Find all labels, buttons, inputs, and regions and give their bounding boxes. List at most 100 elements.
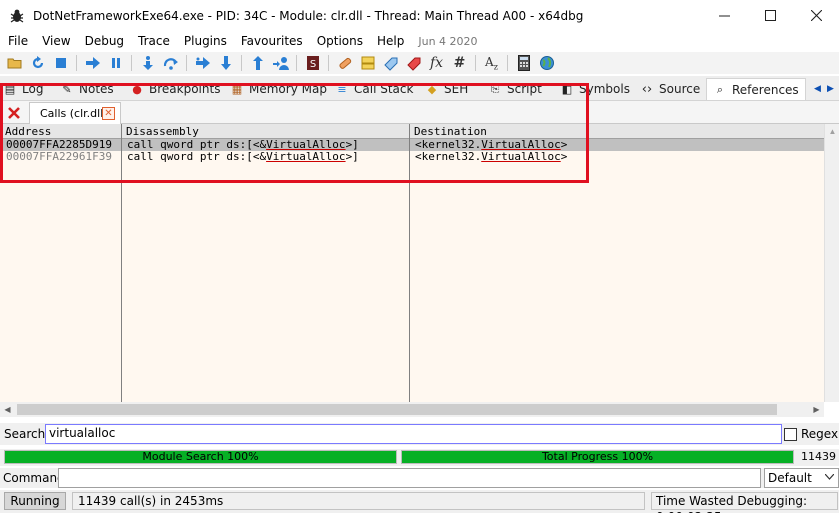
memory-map-icon: ▦ [231,82,243,96]
tab-label: Memory Map [249,82,327,96]
close-tab-icon[interactable]: ✕ [102,107,115,120]
globe-button[interactable] [535,53,558,73]
tab-seh[interactable]: ◆ SEH [425,78,468,100]
table-row[interactable]: 00007FFA22961F39 call qword ptr ds:[<&Vi… [0,151,824,163]
regex-label: Regex [801,427,839,441]
horizontal-scrollbar[interactable]: ◀ ▶ [0,402,824,417]
dest-text: > [560,150,568,163]
bookmark-button[interactable] [402,53,425,73]
svg-text:S: S [309,59,315,70]
close-window-button[interactable] [793,0,839,31]
trace-into-button[interactable] [191,53,214,73]
trace-over-button[interactable] [214,53,237,73]
scroll-left-icon[interactable]: ◀ [0,402,15,417]
column-divider [409,124,410,402]
command-input[interactable] [58,468,761,488]
menu-help[interactable]: Help [370,34,411,48]
maximize-button[interactable] [747,0,793,31]
title-bar: DotNetFrameworkExe64.exe - PID: 34C - Mo… [0,0,839,31]
tab-label: Call Stack [354,82,414,96]
tab-call-stack[interactable]: ≡ Call Stack [335,78,413,100]
hash-button[interactable]: # [448,53,471,73]
trace-over-icon [220,56,231,70]
tab-label: Source [659,82,701,96]
references-icon: ⌕ [716,82,724,96]
toolbar-separator [507,55,508,71]
toolbar-separator [76,55,77,71]
open-button[interactable] [3,53,26,73]
tab-script[interactable]: ⎘ Script [488,78,542,100]
menu-bar: File View Debug Trace Plugins Favourites… [0,31,839,51]
close-icon [8,107,20,119]
tab-label: References [732,82,799,97]
pause-button[interactable] [104,53,127,73]
comment-button[interactable] [356,53,379,73]
execute-till-return-icon [252,56,263,70]
disasm-text: >] [345,150,359,163]
stop-icon [55,58,66,68]
close-all-references-button[interactable] [4,104,24,122]
toolbar-separator [241,55,242,71]
menu-debug[interactable]: Debug [78,34,131,48]
restart-button[interactable] [26,53,49,73]
minimize-icon [718,15,730,17]
regex-checkbox[interactable]: Regex [784,427,838,441]
search-input[interactable]: virtualalloc [45,424,782,444]
stop-button[interactable] [49,53,72,73]
step-into-button[interactable] [136,53,159,73]
calculator-button[interactable] [512,53,535,73]
tab-label: Log [22,82,44,96]
tab-scroll-buttons: ◀ ▶ [811,79,837,97]
run-button[interactable] [81,53,104,73]
tab-calls-clr[interactable]: Calls (clr.dll) ✕ [29,102,121,124]
column-divider [121,124,122,402]
tab-symbols[interactable]: ◧ Symbols [560,78,630,100]
tab-breakpoints[interactable]: ● Breakpoints [130,78,220,100]
table-row[interactable]: 00007FFA2285D919 call qword ptr ds:[<&Vi… [0,139,824,151]
column-header-disassembly[interactable]: Disassembly [121,124,199,139]
scroll-right-icon[interactable]: ▶ [809,402,824,417]
destination-cell: <kernel32.VirtualAlloc> [409,151,567,163]
menu-file[interactable]: File [1,34,35,48]
tab-memory-map[interactable]: ▦ Memory Map [230,78,327,100]
execute-till-return-button[interactable] [246,53,269,73]
menu-options[interactable]: Options [310,34,370,48]
globe-icon [539,56,554,70]
scylla-button[interactable]: S [301,53,324,73]
tab-notes[interactable]: ✎ Notes [60,78,114,100]
tab-label: Breakpoints [149,82,221,96]
tab-references[interactable]: ⌕ References [706,78,806,100]
tab-source[interactable]: ‹› Source [640,78,700,100]
debugger-state: Running [4,492,66,510]
trace-into-icon [195,57,210,69]
scylla-icon: S [306,56,319,70]
command-mode-select[interactable]: Default [764,468,839,488]
scroll-left-icon[interactable]: ◀ [811,79,824,97]
label-button[interactable] [379,53,402,73]
font-button[interactable]: Az [480,53,503,73]
minimize-button[interactable] [701,0,747,31]
scrollbar-thumb[interactable] [17,404,777,415]
script-icon: ⎘ [490,82,500,95]
step-over-button[interactable] [159,53,182,73]
menu-view[interactable]: View [35,34,77,48]
call-stack-icon: ≡ [337,82,347,96]
column-header-address[interactable]: Address [0,124,51,139]
scroll-right-icon[interactable]: ▶ [824,79,837,97]
total-progress: Total Progress 100% [401,450,794,464]
patch-button[interactable] [333,53,356,73]
label-icon [383,57,397,71]
function-button[interactable]: fx [425,53,448,73]
tab-log[interactable]: ▤ Log [3,78,44,100]
toolbar-separator [296,55,297,71]
scroll-up-icon[interactable]: ▲ [825,124,839,139]
menu-favourites[interactable]: Favourites [234,34,310,48]
tab-label: Notes [79,82,114,96]
vertical-scrollbar[interactable]: ▲ [824,124,839,402]
column-header-destination[interactable]: Destination [409,124,487,139]
menu-plugins[interactable]: Plugins [177,34,234,48]
dest-symbol: VirtualAlloc [481,150,561,163]
menu-trace[interactable]: Trace [131,34,177,48]
run-to-user-code-button[interactable] [269,53,292,73]
close-icon [810,10,822,21]
